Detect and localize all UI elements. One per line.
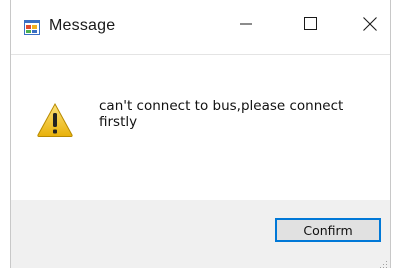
close-button[interactable] <box>347 6 393 46</box>
confirm-button[interactable]: Confirm <box>275 218 381 242</box>
resize-grip-icon[interactable] <box>378 256 388 268</box>
maximize-icon <box>303 17 317 35</box>
close-icon <box>363 16 377 36</box>
message-text: can't connect to bus,please connect firs… <box>99 98 344 130</box>
dialog-body: can't connect to bus,please connect firs… <box>11 55 390 200</box>
minimize-button[interactable] <box>223 6 269 46</box>
warning-icon <box>36 102 74 138</box>
minimize-icon <box>240 17 252 35</box>
message-dialog-window: Message can't connect to bus,please conn… <box>10 0 391 268</box>
title-bar[interactable]: Message <box>11 0 390 54</box>
app-window-icon <box>24 20 40 35</box>
window-title: Message <box>49 17 116 34</box>
maximize-button[interactable] <box>287 6 333 46</box>
dialog-footer: Confirm <box>11 200 390 268</box>
